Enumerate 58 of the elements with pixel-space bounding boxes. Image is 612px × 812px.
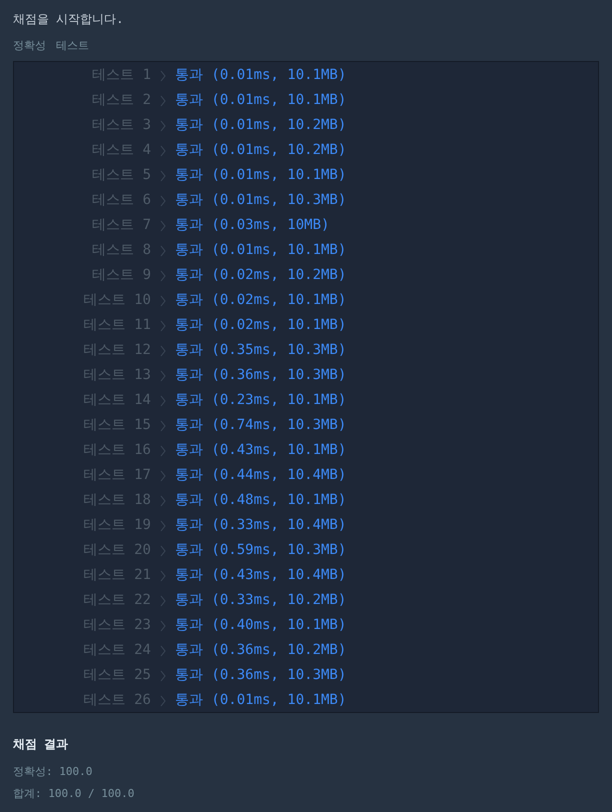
- chevron-right-icon: [160, 644, 166, 656]
- test-result: 통과 (0.01ms, 10.1MB): [175, 166, 346, 185]
- chevron-right-icon: [160, 620, 166, 632]
- chevron-right-icon: [160, 320, 166, 332]
- chevron-right-icon: [160, 394, 166, 406]
- chevron-right-icon: [160, 594, 166, 606]
- test-result: 통과 (0.43ms, 10.1MB): [175, 441, 346, 460]
- chevron-right-icon: [160, 494, 166, 506]
- chevron-right-icon: [160, 144, 166, 156]
- chevron-right-icon: [160, 120, 166, 132]
- summary-line: 정확성: 100.0: [13, 764, 92, 780]
- test-result: 통과 (0.44ms, 10.4MB): [175, 466, 346, 485]
- test-result: 통과 (0.02ms, 10.1MB): [175, 291, 346, 310]
- test-result: 통과 (0.02ms, 10.2MB): [175, 266, 346, 285]
- test-result: 통과 (0.43ms, 10.4MB): [175, 566, 346, 585]
- test-result: 통과 (0.23ms, 10.1MB): [175, 391, 346, 410]
- chevron-right-icon: [160, 344, 166, 356]
- summary-title: 채점 결과: [13, 736, 68, 753]
- test-result: 통과 (0.03ms, 10MB): [175, 216, 330, 235]
- chevron-right-icon: [160, 294, 166, 306]
- test-result: 통과 (0.74ms, 10.3MB): [175, 416, 346, 435]
- chevron-right-icon: [160, 544, 166, 556]
- chevron-right-icon: [160, 370, 166, 382]
- chevron-right-icon: [160, 94, 166, 106]
- chevron-right-icon: [160, 170, 166, 182]
- test-result: 통과 (0.01ms, 10.1MB): [175, 241, 346, 260]
- chevron-right-icon: [160, 70, 166, 82]
- test-result: 통과 (0.36ms, 10.3MB): [175, 666, 346, 685]
- test-result: 통과 (0.01ms, 10.2MB): [175, 116, 346, 135]
- chevron-right-icon: [160, 694, 166, 706]
- test-result: 통과 (0.33ms, 10.2MB): [175, 591, 346, 610]
- chevron-right-icon: [160, 194, 166, 206]
- chevron-right-icon: [160, 220, 166, 232]
- test-result: 통과 (0.36ms, 10.2MB): [175, 641, 346, 660]
- test-result: 통과 (0.01ms, 10.1MB): [175, 91, 346, 110]
- test-result: 통과 (0.48ms, 10.1MB): [175, 491, 346, 510]
- test-result: 통과 (0.01ms, 10.2MB): [175, 141, 346, 160]
- status-message: 채점을 시작합니다.: [13, 11, 124, 28]
- chevron-right-icon: [160, 244, 166, 256]
- chevron-right-icon: [160, 420, 166, 432]
- test-result: 통과 (0.35ms, 10.3MB): [175, 341, 346, 360]
- chevron-right-icon: [160, 670, 166, 682]
- tab[interactable]: 정확성: [13, 38, 46, 54]
- chevron-right-icon: [160, 570, 166, 582]
- summary-line: 합계: 100.0 / 100.0: [13, 786, 134, 802]
- test-result: 통과 (0.36ms, 10.3MB): [175, 366, 346, 385]
- test-result: 통과 (0.40ms, 10.1MB): [175, 616, 346, 635]
- test-result: 통과 (0.01ms, 10.1MB): [175, 66, 346, 85]
- test-result: 통과 (0.59ms, 10.3MB): [175, 541, 346, 560]
- test-result: 통과 (0.02ms, 10.1MB): [175, 316, 346, 335]
- tab[interactable]: 테스트: [56, 38, 89, 54]
- chevron-right-icon: [160, 470, 166, 482]
- test-result: 통과 (0.01ms, 10.1MB): [175, 691, 346, 710]
- chevron-right-icon: [160, 444, 166, 456]
- chevron-right-icon: [160, 270, 166, 282]
- test-result: 통과 (0.33ms, 10.4MB): [175, 516, 346, 535]
- test-result: 통과 (0.01ms, 10.3MB): [175, 191, 346, 210]
- chevron-right-icon: [160, 520, 166, 532]
